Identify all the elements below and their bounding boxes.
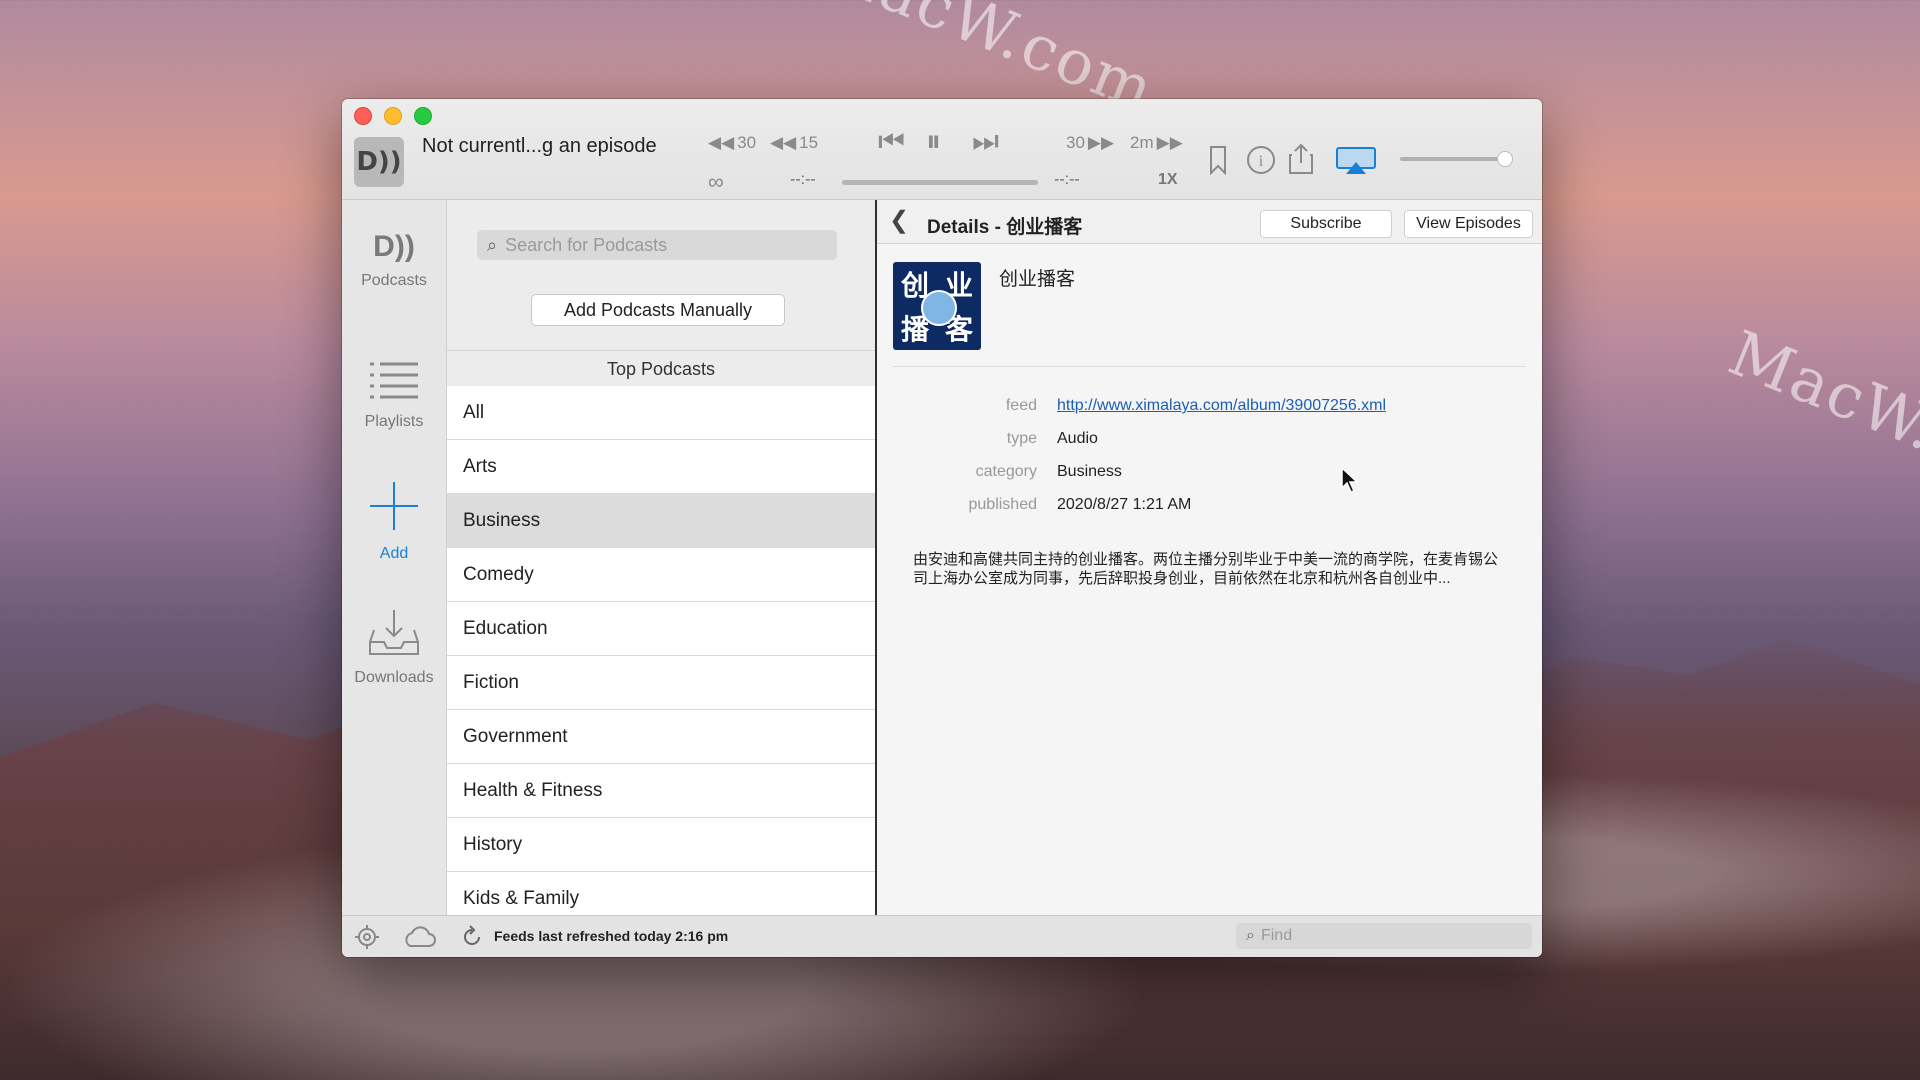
close-window-button[interactable] [354,107,372,125]
detail-header: ❮ Details - 创业播客 Subscribe View Episodes [877,200,1542,244]
airplay-icon[interactable] [1336,147,1376,175]
toolbar: D)) Not currentl...g an episode ◀◀ 30 ◀◀ 1… [342,99,1542,200]
category-item[interactable]: Education [447,602,875,656]
category-item[interactable]: Kids & Family [447,872,875,915]
sidebar-item-playlists[interactable]: Playlists [342,360,446,431]
now-playing-title: Not currentl...g an episode [422,135,657,157]
refresh-icon[interactable] [460,925,484,954]
minimize-window-button[interactable] [384,107,402,125]
app-logo-icon: D)) [354,137,404,187]
info-icon[interactable]: i [1246,145,1276,175]
download-tray-icon [342,608,446,661]
add-podcasts-manually-button[interactable]: Add Podcasts Manually [531,294,785,326]
detail-title: Details - 创业播客 [927,217,1083,238]
skip-forward-2m-button[interactable]: 2m ▶▶ [1130,133,1183,153]
feed-link[interactable]: http://www.ximalaya.com/album/39007256.x… [1057,397,1386,415]
volume-slider[interactable] [1400,157,1505,161]
list-title: Top Podcasts [447,350,875,387]
svg-text:i: i [1259,153,1264,170]
repeat-icon[interactable]: ∞ [708,169,724,195]
podcast-name: 创业播客 [999,269,1076,290]
sidebar: D)) Podcasts Playlists Add Downloads [342,200,447,915]
status-bar: Feeds last refreshed today 2:16 pm ⌕ Fin… [342,915,1542,957]
volume-knob[interactable] [1497,151,1513,167]
mouse-cursor-icon [1340,466,1360,499]
gear-icon[interactable] [354,924,380,955]
list-icon [342,360,446,405]
pause-icon[interactable]: ⏸ [926,125,941,159]
category-item[interactable]: Fiction [447,656,875,710]
watermark: MacW.com [1719,316,1920,517]
plus-icon [342,480,446,537]
share-icon[interactable] [1288,143,1314,175]
category-item[interactable]: Government [447,710,875,764]
skip-forward-30-button[interactable]: 30 ▶▶ [1066,133,1114,153]
rewind-icon: ◀◀ [770,133,797,152]
next-track-icon[interactable]: ⏭ [972,125,999,159]
zoom-window-button[interactable] [414,107,432,125]
cloud-icon[interactable] [402,926,436,953]
artwork-microphone-icon [921,290,957,326]
previous-track-icon[interactable]: ⏮ [878,125,905,159]
search-input[interactable]: ⌕ Search for Podcasts [477,230,837,260]
skip-back-30-button[interactable]: ◀◀ 30 [708,133,756,153]
podcast-browser: ⌕ Search for Podcasts Add Podcasts Manua… [447,200,877,915]
category-item[interactable]: All [447,386,875,440]
remaining-time: --:-- [1054,171,1080,188]
playback-progress-bar[interactable] [842,180,1038,185]
fast-forward-icon: ▶▶ [1087,133,1115,152]
rewind-icon: ◀◀ [708,133,735,152]
fast-forward-icon: ▶▶ [1156,133,1183,152]
search-icon: ⌕ [1246,927,1255,944]
category-item[interactable]: Business [447,494,875,548]
app-window: D)) Not currentl...g an episode ◀◀ 30 ◀◀ 1… [342,99,1542,957]
search-icon: ⌕ [487,234,498,255]
subscribe-button[interactable]: Subscribe [1260,210,1392,238]
category-item[interactable]: History [447,818,875,872]
find-input[interactable]: ⌕ Find [1236,923,1532,949]
divider [893,366,1526,367]
skip-back-15-button[interactable]: ◀◀ 15 [770,133,818,153]
detail-pane: ❮ Details - 创业播客 Subscribe View Episodes… [877,200,1542,915]
playback-speed-button[interactable]: 1X [1158,171,1178,189]
back-chevron-icon[interactable]: ❮ [889,206,909,235]
sidebar-item-add[interactable]: Add [342,480,446,563]
podcast-description: 由安迪和高健共同主持的创业播客。两位主播分别毕业于中美一流的商学院，在麦肯锡公司… [913,551,1499,587]
category-item[interactable]: Comedy [447,548,875,602]
category-item[interactable]: Health & Fitness [447,764,875,818]
elapsed-time: --:-- [790,171,816,188]
category-list: All Arts Business Comedy Education Ficti… [447,386,875,915]
category-item[interactable]: Arts [447,440,875,494]
refresh-status: Feeds last refreshed today 2:16 pm [494,928,729,944]
sidebar-item-downloads[interactable]: Downloads [342,608,446,687]
podcast-artwork: 创 业 播 客 [893,262,981,350]
view-episodes-button[interactable]: View Episodes [1404,210,1533,238]
sidebar-item-podcasts[interactable]: D)) Podcasts [342,230,446,290]
podcasts-icon: D)) [373,230,415,263]
bookmark-icon[interactable] [1208,145,1228,175]
